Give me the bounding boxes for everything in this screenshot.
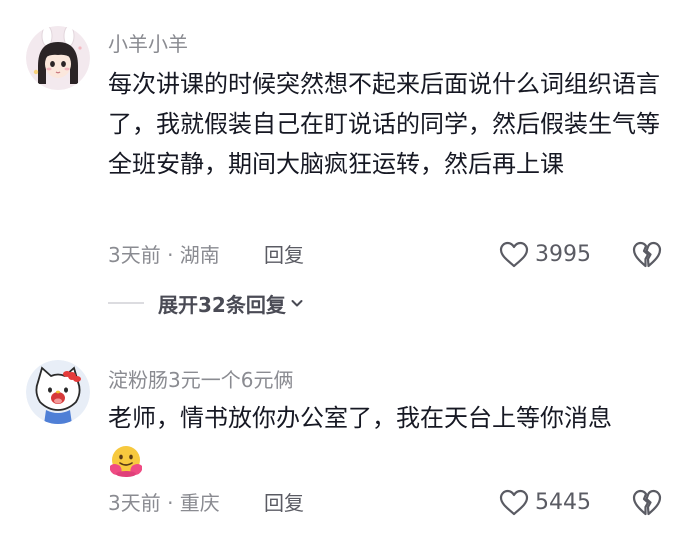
heart-icon	[499, 241, 529, 268]
broken-heart-icon	[632, 241, 662, 268]
reply-button[interactable]: 回复	[264, 488, 304, 518]
chevron-down-icon	[291, 300, 303, 307]
comment-meta-row: 3天前 · 湖南 回复 3995	[108, 240, 668, 270]
hello-kitty-avatar-icon	[26, 360, 90, 424]
broken-heart-icon	[632, 489, 662, 516]
comment-time-location: 3天前 · 重庆	[108, 491, 220, 515]
comment-text: 老师，情书放你办公室了，我在天台上等你消息	[108, 404, 612, 432]
comment-meta-row: 3天前 · 重庆 回复 5445	[108, 488, 668, 518]
like-button[interactable]: 5445	[499, 488, 591, 518]
expand-replies-row: 展开32条回复	[108, 288, 304, 318]
avatar[interactable]	[26, 360, 90, 424]
expand-replies-button[interactable]: 展开32条回复	[158, 289, 304, 318]
dislike-button[interactable]	[632, 488, 662, 518]
heart-icon	[499, 489, 529, 516]
comment-time-location: 3天前 · 湖南	[108, 243, 220, 267]
expand-replies-label: 展开32条回复	[158, 292, 286, 317]
dislike-button[interactable]	[632, 240, 662, 270]
username[interactable]: 淀粉肠3元一个6元俩	[108, 364, 293, 393]
avatar[interactable]	[26, 26, 90, 90]
comment-text: 每次讲课的时候突然想不起来后面说什么词组织语言了，我就假装自己在盯说话的同学，然…	[108, 70, 660, 178]
like-button[interactable]: 3995	[499, 240, 591, 270]
username[interactable]: 小羊小羊	[108, 28, 188, 57]
hugging-face-icon	[106, 442, 146, 478]
like-count: 3995	[535, 242, 591, 267]
divider	[108, 302, 144, 304]
like-count: 5445	[535, 490, 591, 515]
reply-button[interactable]: 回复	[264, 240, 304, 270]
anime-girl-avatar-icon	[26, 26, 90, 90]
